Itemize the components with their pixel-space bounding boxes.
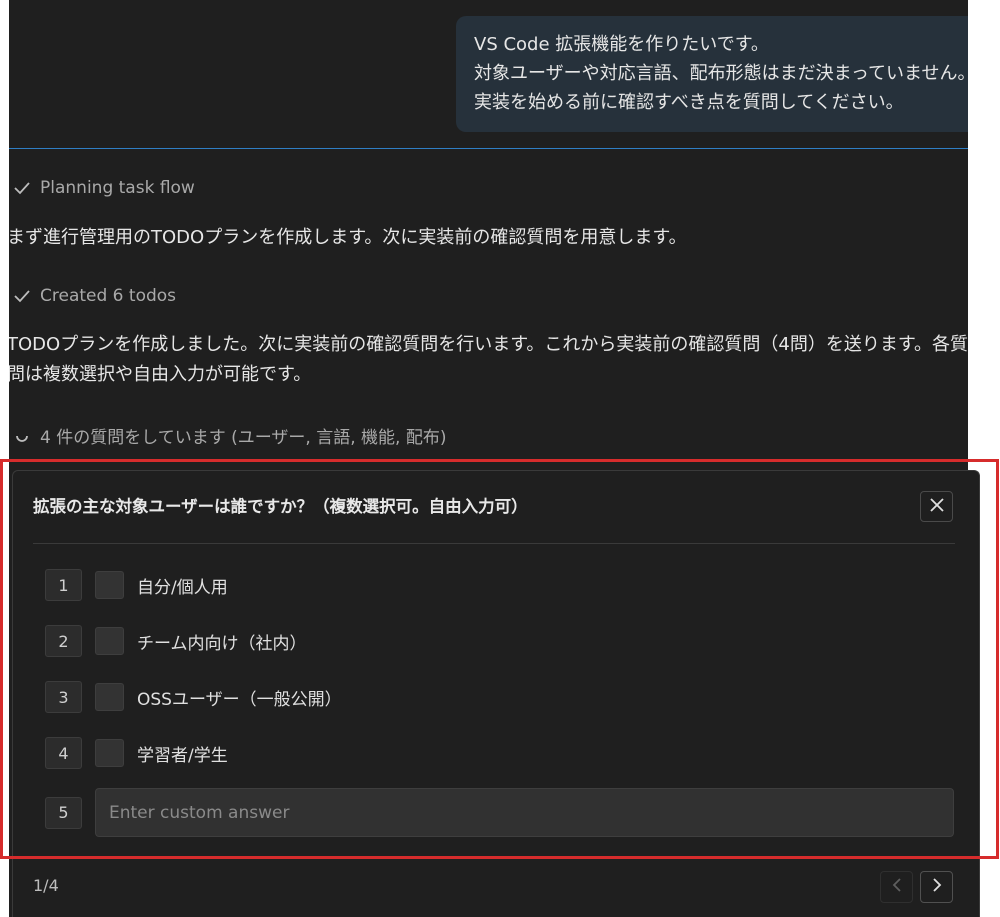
step-label: 4 件の質問をしています (ユーザー, 言語, 機能, 配布)	[40, 427, 447, 448]
assistant-message-line: TODOプランを作成しました。次に実装前の確認質問を行います。これから実装前の確…	[9, 334, 968, 355]
custom-answer-input[interactable]	[95, 788, 954, 837]
option-number[interactable]: 5	[45, 796, 82, 829]
option-row[interactable]: 3 OSSユーザー（一般公開）	[45, 681, 342, 713]
close-button[interactable]	[920, 491, 953, 522]
option-number[interactable]: 2	[45, 625, 82, 657]
option-label[interactable]: チーム内向け（社内）	[137, 629, 307, 654]
card-divider	[33, 543, 955, 544]
custom-answer-row[interactable]: 5	[45, 788, 954, 837]
option-checkbox[interactable]	[95, 739, 124, 767]
step-label: Planning task flow	[40, 178, 195, 198]
option-row[interactable]: 1 自分/個人用	[45, 569, 228, 601]
option-row[interactable]: 4 学習者/学生	[45, 737, 228, 769]
previous-question-button[interactable]	[880, 871, 913, 903]
user-message-line: VS Code 拡張機能を作りたいです。	[474, 34, 769, 55]
assistant-message: TODOプランを作成しました。次に実装前の確認質問を行います。これから実装前の確…	[9, 330, 968, 390]
chevron-right-icon	[932, 877, 942, 897]
step-asking-questions[interactable]: 4 件の質問をしています (ユーザー, 言語, 機能, 配布)	[12, 423, 447, 448]
option-label[interactable]: OSSユーザー（一般公開）	[137, 685, 342, 710]
check-icon	[12, 181, 32, 195]
focus-divider	[9, 148, 968, 149]
user-message-line: 実装を始める前に確認すべき点を質問してください。	[474, 92, 904, 113]
step-planning[interactable]: Planning task flow	[12, 176, 195, 200]
user-message-line: 対象ユーザーや対応言語、配布形態はまだ決まっていません。	[474, 63, 968, 84]
assistant-message: まず進行管理用のTODOプランを作成します。次に実装前の確認質問を用意します。	[9, 223, 968, 253]
screenshot-canvas: VS Code 拡張機能を作りたいです。 対象ユーザーや対応言語、配布形態はまだ…	[0, 0, 1000, 917]
check-icon	[12, 289, 32, 303]
user-message-bubble: VS Code 拡張機能を作りたいです。 対象ユーザーや対応言語、配布形態はまだ…	[456, 16, 968, 132]
close-icon	[929, 497, 944, 516]
option-number[interactable]: 4	[45, 737, 82, 769]
step-created-todos[interactable]: Created 6 todos	[12, 284, 176, 308]
chevron-left-icon	[892, 877, 902, 897]
option-checkbox[interactable]	[95, 571, 124, 599]
option-row[interactable]: 2 チーム内向け（社内）	[45, 625, 307, 657]
option-checkbox[interactable]	[95, 683, 124, 711]
option-label[interactable]: 自分/個人用	[137, 573, 228, 598]
question-title: 拡張の主な対象ユーザーは誰ですか？（複数選択可。自由入力可）	[33, 497, 528, 516]
assistant-message-line: まず進行管理用のTODOプランを作成します。次に実装前の確認質問を用意します。	[9, 227, 687, 248]
pager-indicator: 1/4	[33, 876, 59, 895]
step-label: Created 6 todos	[40, 286, 177, 306]
question-card: 拡張の主な対象ユーザーは誰ですか？（複数選択可。自由入力可） 1 自分/個人用 …	[12, 470, 980, 917]
option-number[interactable]: 3	[45, 681, 82, 713]
next-question-button[interactable]	[920, 871, 953, 903]
spinner-icon	[12, 427, 32, 443]
option-checkbox[interactable]	[95, 627, 124, 655]
option-label[interactable]: 学習者/学生	[137, 741, 228, 766]
option-number[interactable]: 1	[45, 569, 82, 601]
assistant-message-line: 問は複数選択や自由入力が可能です。	[9, 364, 312, 385]
